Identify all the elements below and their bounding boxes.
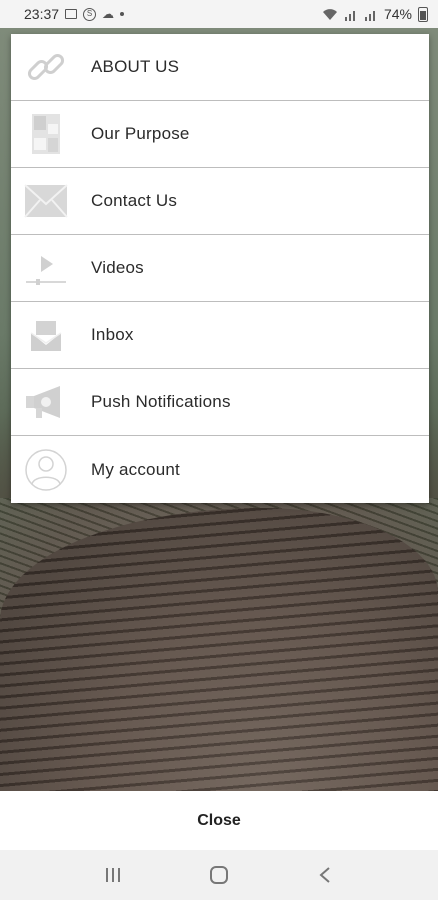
menu-label: Our Purpose bbox=[91, 124, 190, 143]
menu-label: Contact Us bbox=[91, 191, 178, 210]
recents-button[interactable] bbox=[93, 855, 133, 895]
menu-item-our-purpose[interactable]: Our Purpose bbox=[11, 101, 429, 168]
signal-icon bbox=[344, 10, 355, 21]
s-circle-icon: S bbox=[83, 7, 97, 21]
menu-item-about-us[interactable]: ABOUT US bbox=[11, 34, 429, 101]
user-icon bbox=[23, 447, 69, 493]
home-icon bbox=[210, 866, 228, 884]
menu-label: ABOUT US bbox=[91, 57, 180, 76]
dot-icon bbox=[120, 12, 125, 16]
wifi-icon bbox=[322, 8, 337, 20]
status-time: 23:37 bbox=[24, 6, 60, 22]
menu-item-my-account[interactable]: My account bbox=[11, 436, 429, 503]
back-button[interactable] bbox=[305, 855, 345, 895]
battery-icon bbox=[418, 6, 428, 22]
status-bar: 23:37 S ☁ 74% bbox=[0, 0, 438, 28]
close-label: Close bbox=[197, 811, 241, 829]
status-left: 23:37 S ☁ bbox=[24, 6, 125, 22]
menu-label: Videos bbox=[91, 258, 144, 277]
menu-panel: ABOUT US Our Purpose Contact Us Videos I… bbox=[11, 34, 429, 503]
battery-level: 74% bbox=[383, 6, 412, 22]
menu-item-contact-us[interactable]: Contact Us bbox=[11, 168, 429, 235]
play-icon bbox=[23, 245, 69, 291]
signal-icon bbox=[364, 10, 375, 21]
blocks-icon bbox=[23, 111, 69, 157]
menu-label: My account bbox=[91, 459, 180, 479]
recents-icon bbox=[106, 868, 120, 882]
menu-label: Push Notifications bbox=[91, 392, 231, 411]
megaphone-icon bbox=[23, 379, 69, 425]
inbox-icon bbox=[23, 312, 69, 358]
close-button[interactable]: Close bbox=[0, 791, 438, 850]
status-right: 74% bbox=[322, 6, 428, 22]
menu-item-inbox[interactable]: Inbox bbox=[11, 302, 429, 369]
image-icon bbox=[65, 9, 78, 19]
system-nav-bar bbox=[0, 850, 438, 900]
back-icon bbox=[319, 867, 330, 883]
cloud-icon: ☁ bbox=[102, 7, 115, 21]
palm-trunk bbox=[0, 508, 438, 791]
link-icon bbox=[23, 44, 69, 90]
envelope-icon bbox=[23, 178, 69, 224]
home-button[interactable] bbox=[199, 855, 239, 895]
menu-item-videos[interactable]: Videos bbox=[11, 235, 429, 302]
menu-label: Inbox bbox=[91, 325, 134, 344]
menu-item-push-notifications[interactable]: Push Notifications bbox=[11, 369, 429, 436]
